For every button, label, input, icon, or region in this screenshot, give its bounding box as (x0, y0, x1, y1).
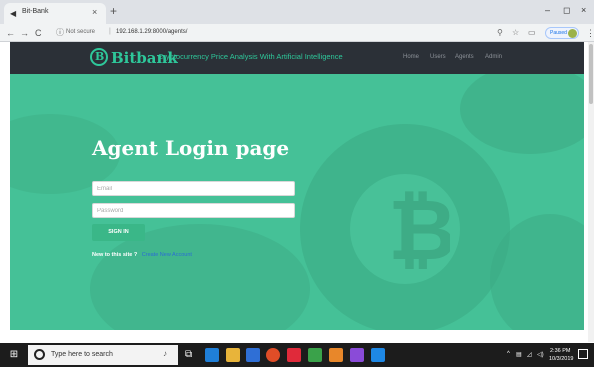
task-view-icon[interactable]: ⧉ (185, 348, 192, 362)
new-tab-button[interactable]: + (110, 4, 117, 18)
new-prompt-text: New to this site ? (92, 252, 138, 258)
browser-tab[interactable]: ◀ Bit-Bank × (4, 3, 106, 24)
browser-tabstrip: ◀ Bit-Bank × + – ◻ × (0, 0, 594, 24)
create-account-link[interactable]: Create New Account (142, 252, 192, 258)
chrome-icon[interactable] (266, 348, 280, 362)
notifications-icon[interactable] (578, 349, 588, 359)
wifi-icon[interactable]: ◿ (527, 351, 532, 358)
site-tagline: Cryptocurrency Price Analysis With Artif… (158, 52, 343, 61)
url-text[interactable]: 192.168.1.29:8000/agents/ (116, 29, 187, 35)
svg-text:₿: ₿ (388, 184, 450, 274)
taskbar: ⊞ Type here to search ♪ ⧉ ^ ▤ ◿ ◁) 2:36 … (0, 343, 594, 367)
clock-date[interactable]: 10/3/2019 (549, 356, 573, 362)
page-scrollbar[interactable] (588, 42, 594, 342)
avatar (568, 29, 577, 38)
network-icon[interactable]: ▤ (516, 351, 522, 358)
forward-button[interactable]: → (20, 27, 29, 39)
tab-title: Bit-Bank (22, 8, 49, 15)
maximize-button[interactable]: ◻ (563, 5, 570, 16)
windows-start-icon[interactable]: ⊞ (0, 343, 28, 367)
cast-icon[interactable]: ▭ (528, 27, 536, 39)
app-icon[interactable] (329, 348, 343, 362)
scrollbar-thumb[interactable] (589, 44, 593, 104)
bitcoin-logo-icon[interactable]: B (90, 48, 108, 66)
address-bar[interactable]: ⓘ Not secure | 192.168.1.29:8000/agents/ (56, 27, 466, 39)
microphone-icon[interactable]: ♪ (163, 349, 167, 358)
coin-background-icon (460, 74, 584, 154)
vscode-icon[interactable] (205, 348, 219, 362)
bookmark-star-icon[interactable]: ☆ (512, 27, 519, 39)
site-navbar: B Bitbank Cryptocurrency Price Analysis … (10, 42, 584, 74)
new-account-prompt: New to this site ? Create New Account (92, 252, 192, 258)
site-favicon-icon: ◀ (10, 9, 17, 18)
bitcoin-symbol-icon: ₿ (388, 184, 450, 274)
sign-in-button[interactable]: SIGN IN (92, 224, 145, 241)
url-separator: | (109, 28, 111, 35)
reload-button[interactable]: C (35, 27, 42, 39)
app-icon[interactable] (308, 348, 322, 362)
app-icon[interactable] (350, 348, 364, 362)
page-title: Agent Login page (92, 136, 290, 160)
nav-agents[interactable]: Agents (455, 54, 474, 60)
browser-toolbar: ← → C ⓘ Not secure | 192.168.1.29:8000/a… (0, 24, 594, 42)
password-field[interactable] (92, 203, 295, 218)
clock-time[interactable]: 2:36 PM (550, 348, 570, 354)
app-icon[interactable] (371, 348, 385, 362)
tab-close-icon[interactable]: × (92, 7, 97, 17)
profile-paused-button[interactable]: Paused (545, 27, 579, 39)
nav-home[interactable]: Home (403, 54, 419, 60)
file-explorer-icon[interactable] (226, 348, 240, 362)
email-field[interactable] (92, 181, 295, 196)
browser-menu-icon[interactable]: ⋮ (586, 27, 594, 39)
taskbar-search[interactable]: Type here to search ♪ (28, 345, 178, 365)
taskbar-search-placeholder: Type here to search (51, 351, 113, 358)
minimize-button[interactable]: – (545, 5, 550, 15)
app-icon[interactable] (287, 348, 301, 362)
paused-label: Paused (550, 30, 567, 36)
nav-users[interactable]: Users (430, 54, 446, 60)
back-button[interactable]: ← (6, 27, 15, 39)
mail-icon[interactable] (246, 348, 260, 362)
info-icon[interactable]: ⓘ (56, 27, 64, 39)
close-window-button[interactable]: × (581, 5, 586, 15)
nav-admin[interactable]: Admin (485, 54, 502, 60)
cortana-icon (34, 349, 45, 360)
security-label: Not secure (66, 29, 96, 35)
hero-section: ₿ Agent Login page SIGN IN New to this s… (10, 74, 584, 330)
search-icon[interactable]: ⚲ (497, 27, 503, 39)
tray-chevron-icon[interactable]: ^ (507, 351, 510, 357)
volume-icon[interactable]: ◁) (537, 351, 544, 358)
